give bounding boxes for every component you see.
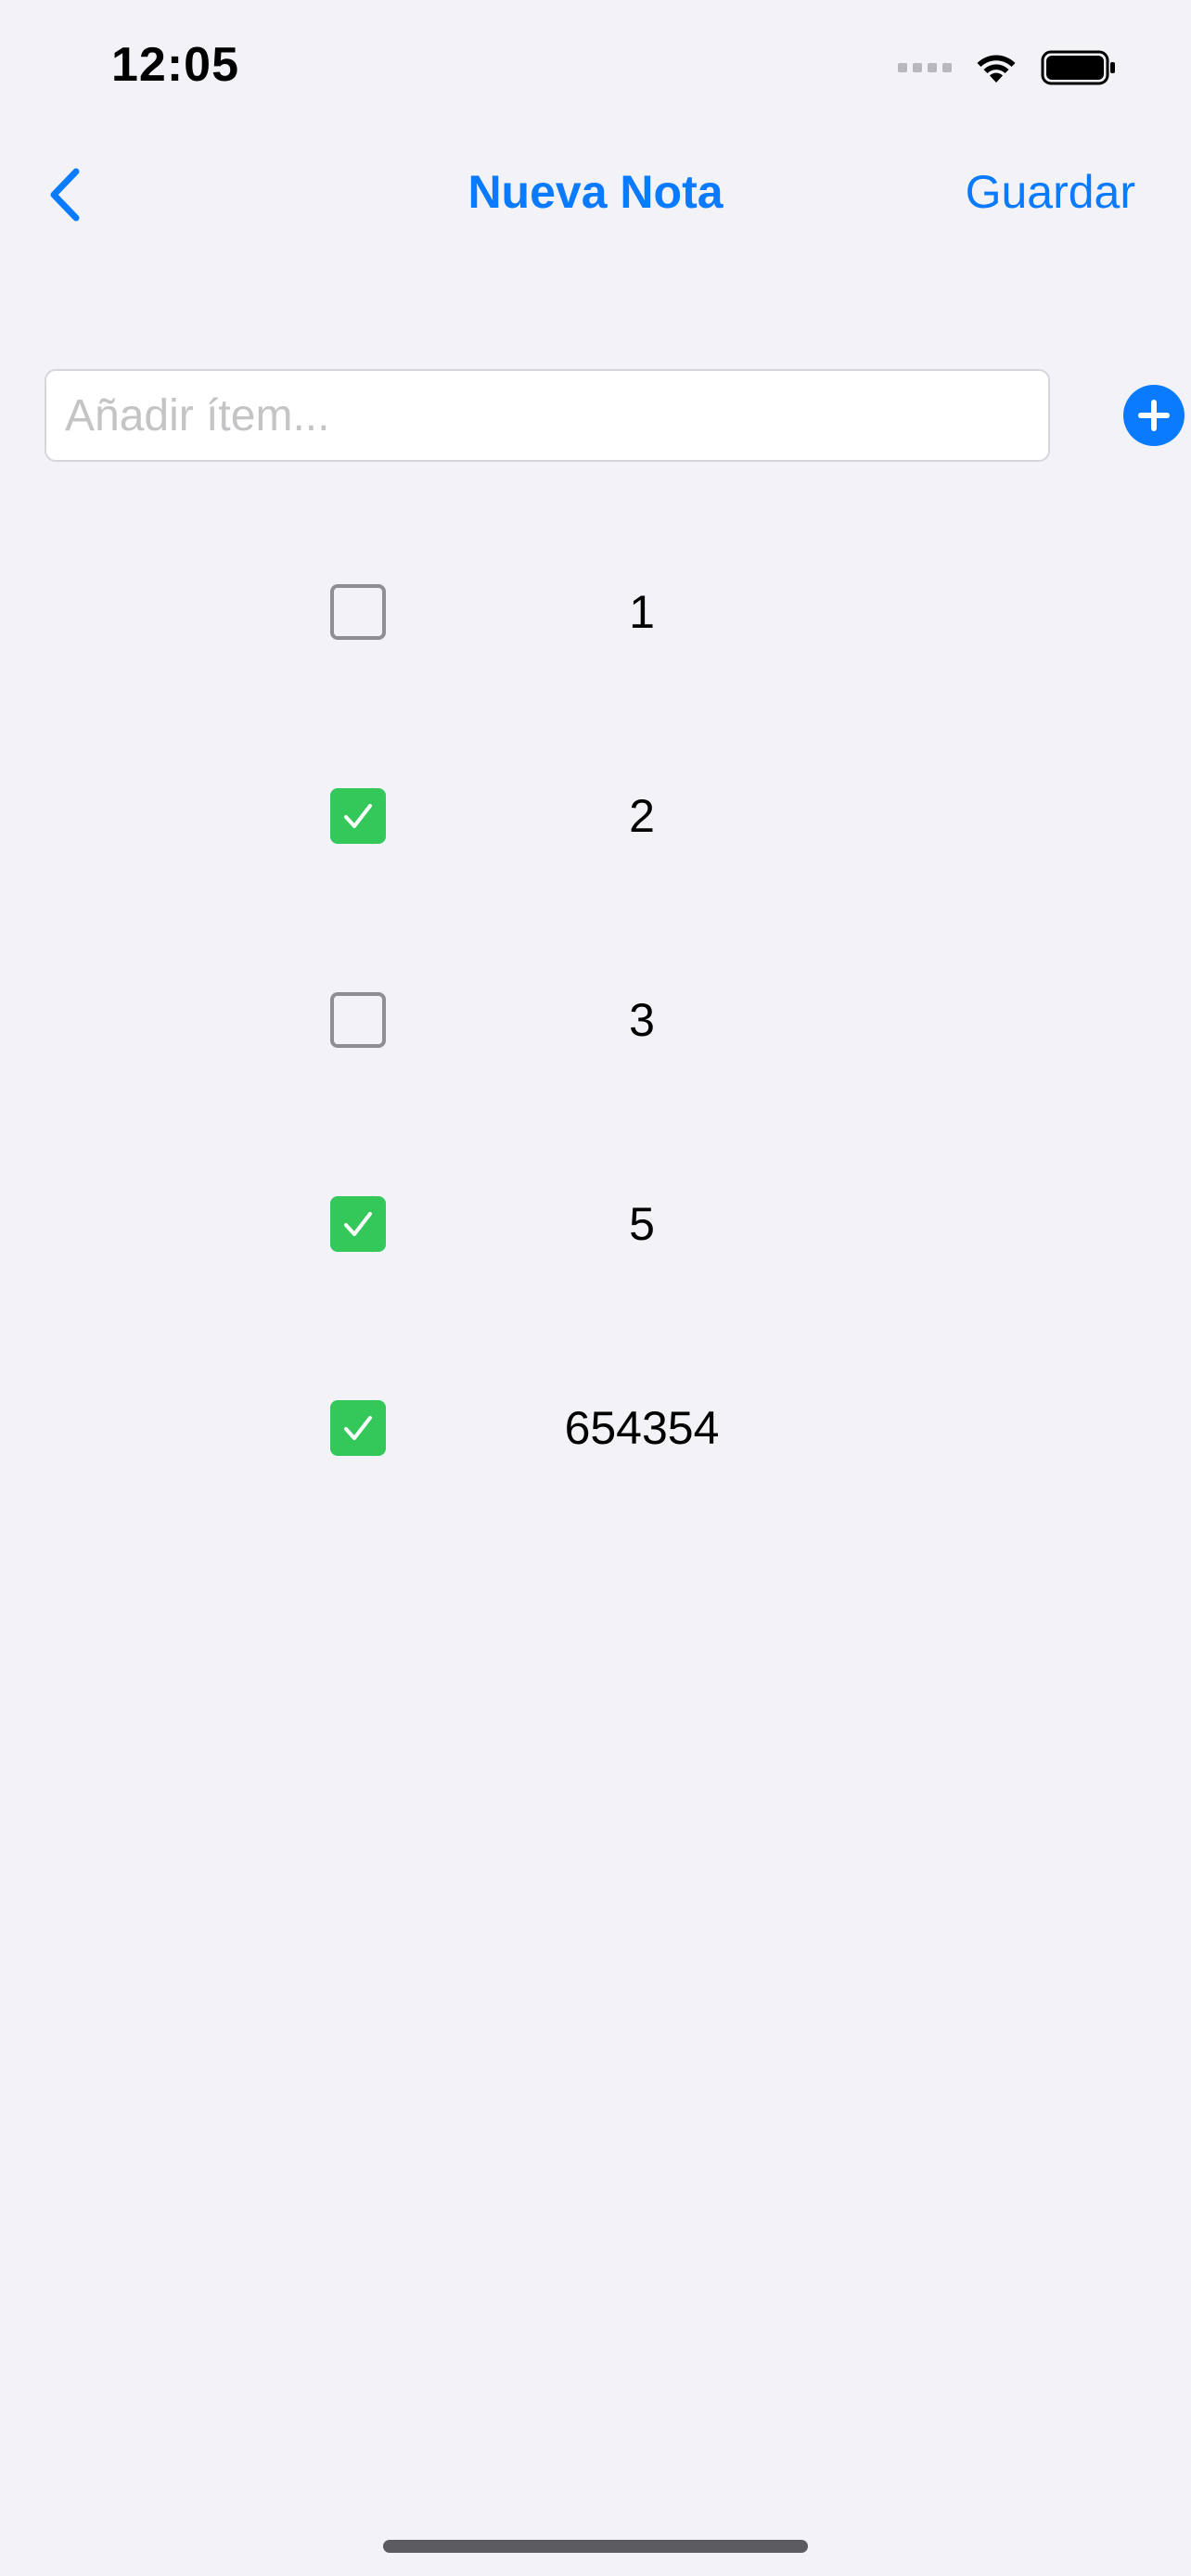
save-button[interactable]: Guardar <box>966 165 1135 219</box>
checkbox[interactable] <box>330 1400 386 1456</box>
cellular-signal-icon <box>898 63 952 72</box>
list-item: 654354 <box>0 1400 1191 1604</box>
list-item-label: 3 <box>629 994 655 1046</box>
home-indicator <box>383 2540 808 2553</box>
list-item-label: 5 <box>629 1198 655 1250</box>
add-item-input[interactable] <box>45 369 1050 462</box>
status-time: 12:05 <box>111 38 239 92</box>
checklist: 1 2 3 5 654354 <box>0 584 1191 1604</box>
add-item-button[interactable] <box>1123 385 1185 446</box>
wifi-icon <box>977 55 1016 83</box>
list-item-label: 2 <box>629 790 655 842</box>
checkbox[interactable] <box>330 992 386 1048</box>
list-item-label: 1 <box>629 586 655 638</box>
list-item: 5 <box>0 1196 1191 1400</box>
list-item: 2 <box>0 788 1191 992</box>
checkmark-icon <box>344 1416 372 1440</box>
status-icons <box>898 45 1117 91</box>
plus-icon <box>1138 400 1170 431</box>
status-bar: 12:05 <box>0 0 1191 130</box>
checkbox[interactable] <box>330 1196 386 1252</box>
checkbox[interactable] <box>330 584 386 640</box>
checkmark-icon <box>344 804 372 828</box>
battery-icon <box>1041 50 1115 85</box>
list-item-label: 654354 <box>564 1402 720 1454</box>
add-item-row <box>45 369 1191 464</box>
navigation-bar: Nueva Nota Guardar <box>0 148 1191 241</box>
checkmark-icon <box>344 1212 372 1236</box>
checkbox[interactable] <box>330 788 386 844</box>
list-item: 1 <box>0 584 1191 788</box>
list-item: 3 <box>0 992 1191 1196</box>
